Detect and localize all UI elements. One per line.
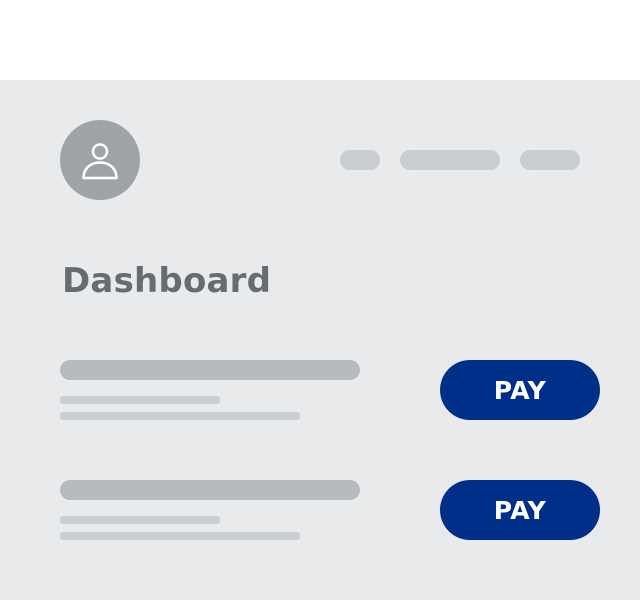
- payment-row: PAY: [0, 480, 640, 560]
- row-detail-placeholder: [60, 412, 300, 420]
- row-title-placeholder: [60, 480, 360, 500]
- user-icon: [82, 143, 118, 180]
- row-title-placeholder: [60, 360, 360, 380]
- top-bar: [0, 0, 640, 80]
- row-detail-placeholder: [60, 516, 220, 524]
- avatar[interactable]: [60, 120, 140, 200]
- nav-item-placeholder[interactable]: [400, 150, 500, 170]
- nav-item-placeholder[interactable]: [520, 150, 580, 170]
- pay-button[interactable]: PAY: [440, 480, 600, 540]
- page-title: Dashboard: [62, 261, 272, 301]
- pay-button[interactable]: PAY: [440, 360, 600, 420]
- row-detail-placeholder: [60, 532, 300, 540]
- row-detail-placeholder: [60, 396, 220, 404]
- nav-item-placeholder[interactable]: [340, 150, 380, 170]
- payment-row: PAY: [0, 360, 640, 440]
